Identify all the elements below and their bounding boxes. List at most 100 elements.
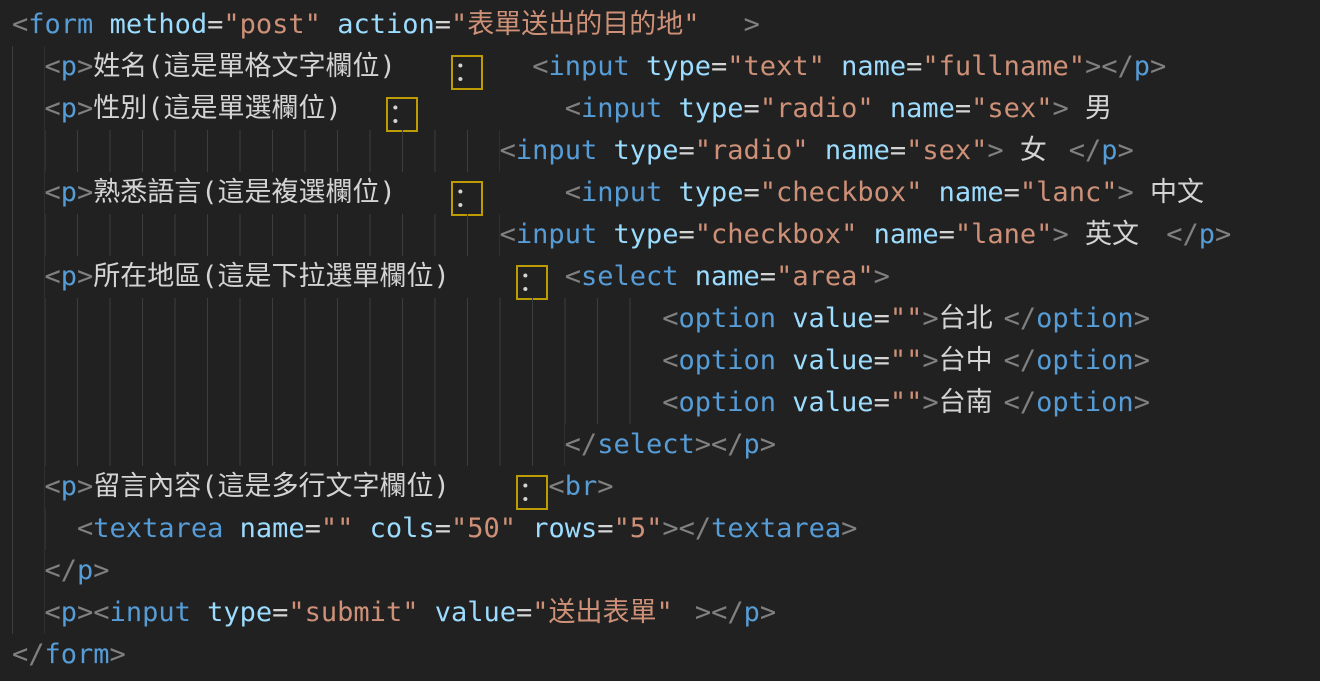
indent-guides xyxy=(12,382,662,424)
attribute-name: type xyxy=(207,597,272,628)
code-line[interactable]: <p>姓名(這是單格文字欄位)： <input type="text" name… xyxy=(12,46,1320,88)
tag-name: p xyxy=(1199,219,1215,250)
angle-bracket: > xyxy=(93,555,109,586)
code-line[interactable]: <form method="post" action="表單送出的目的地"> xyxy=(12,4,1320,46)
equals-sign: = xyxy=(906,51,922,82)
angle-bracket: </ xyxy=(711,429,744,460)
angle-bracket: < xyxy=(45,93,61,124)
angle-bracket: > xyxy=(1134,303,1150,334)
text-content xyxy=(93,9,109,40)
text-content xyxy=(776,387,792,418)
text-content xyxy=(321,9,337,40)
equals-sign: = xyxy=(890,135,906,166)
equals-sign: = xyxy=(207,9,223,40)
text-content: 台北 xyxy=(939,298,1004,340)
equals-sign: = xyxy=(874,303,890,334)
code-line[interactable]: </select></p> xyxy=(12,424,1320,466)
angle-bracket: </ xyxy=(565,429,598,460)
equals-sign: = xyxy=(272,597,288,628)
text-content: 姓名(這是單格文字欄位) xyxy=(93,46,451,88)
angle-bracket: < xyxy=(565,93,581,124)
string-value: "" xyxy=(890,345,923,376)
code-line[interactable]: <input type="checkbox" name="lane"> 英文 <… xyxy=(12,214,1320,256)
text-content xyxy=(223,513,239,544)
angle-bracket: > xyxy=(662,513,678,544)
angle-bracket: > xyxy=(1134,345,1150,376)
string-value: "checkbox" xyxy=(760,177,923,208)
code-line[interactable]: <p>所在地區(這是下拉選單欄位)： <select name="area"> xyxy=(12,256,1320,298)
indent-guides xyxy=(12,46,45,88)
indent-guides xyxy=(12,130,500,172)
tag-name: input xyxy=(548,51,629,82)
text-content: 台中 xyxy=(939,340,1004,382)
angle-bracket: > xyxy=(922,345,938,376)
unicode-highlight-box: ： xyxy=(451,181,484,216)
attribute-name: name xyxy=(874,219,939,250)
text-content: 熟悉語言(這是複選欄位) xyxy=(93,172,451,214)
string-value: "lane" xyxy=(955,219,1053,250)
equals-sign: = xyxy=(305,513,321,544)
attribute-name: name xyxy=(825,135,890,166)
indent-guides xyxy=(12,340,662,382)
code-editor[interactable]: <form method="post" action="表單送出的目的地"><p… xyxy=(0,0,1320,681)
text-content: 台南 xyxy=(939,382,1004,424)
text-content xyxy=(776,345,792,376)
code-line[interactable]: <p>熟悉語言(這是複選欄位)： <input type="checkbox" … xyxy=(12,172,1320,214)
angle-bracket: < xyxy=(565,177,581,208)
angle-bracket: < xyxy=(662,345,678,376)
angle-bracket: </ xyxy=(1101,51,1134,82)
string-value: "" xyxy=(890,387,923,418)
text-content: 中文 xyxy=(1134,172,1215,214)
code-line[interactable]: <p>留言內容(這是多行文字欄位)：<br> xyxy=(12,466,1320,508)
code-line[interactable]: <option value="">台北</option> xyxy=(12,298,1320,340)
angle-bracket: > xyxy=(1052,93,1068,124)
equals-sign: = xyxy=(435,513,451,544)
equals-sign: = xyxy=(744,93,760,124)
angle-bracket: > xyxy=(760,597,776,628)
attribute-name: type xyxy=(613,135,678,166)
text-content xyxy=(874,93,890,124)
angle-bracket: > xyxy=(77,93,93,124)
attribute-name: type xyxy=(679,177,744,208)
angle-bracket: < xyxy=(45,261,61,292)
text-content xyxy=(662,93,678,124)
tag-name: input xyxy=(516,135,597,166)
string-value: "submit" xyxy=(288,597,418,628)
code-line[interactable]: <p><input type="submit" value="送出表單"></p… xyxy=(12,592,1320,634)
string-value: "area" xyxy=(776,261,874,292)
equals-sign: = xyxy=(939,219,955,250)
angle-bracket: > xyxy=(922,387,938,418)
text-content: 性別(這是單選欄位) xyxy=(93,88,386,130)
angle-bracket: > xyxy=(110,639,126,670)
text-content xyxy=(418,93,564,124)
string-value: "表單送出的目的地" xyxy=(451,4,744,46)
code-line[interactable]: <p>性別(這是單選欄位)： <input type="radio" name=… xyxy=(12,88,1320,130)
equals-sign: = xyxy=(874,387,890,418)
text-content xyxy=(483,51,532,82)
code-line[interactable]: <option value="">台南</option> xyxy=(12,382,1320,424)
code-line[interactable]: <input type="radio" name="sex"> 女 </p> xyxy=(12,130,1320,172)
text-content xyxy=(597,219,613,250)
angle-bracket: < xyxy=(532,51,548,82)
string-value: "" xyxy=(321,513,354,544)
tag-name: input xyxy=(110,597,191,628)
code-line[interactable]: <option value="">台中</option> xyxy=(12,340,1320,382)
angle-bracket: > xyxy=(597,471,613,502)
angle-bracket: < xyxy=(500,135,516,166)
code-line[interactable]: <textarea name="" cols="50" rows="5"></t… xyxy=(12,508,1320,550)
equals-sign: = xyxy=(711,51,727,82)
angle-bracket: > xyxy=(77,51,93,82)
angle-bracket: > xyxy=(987,135,1003,166)
text-content: 所在地區(這是下拉選單欄位) xyxy=(93,256,516,298)
string-value: "送出表單" xyxy=(532,592,695,634)
equals-sign: = xyxy=(760,261,776,292)
angle-bracket: > xyxy=(1150,51,1166,82)
code-line[interactable]: </form> xyxy=(12,634,1320,676)
angle-bracket: < xyxy=(662,303,678,334)
equals-sign: = xyxy=(679,219,695,250)
tag-name: p xyxy=(744,597,760,628)
code-line[interactable]: </p> xyxy=(12,550,1320,592)
attribute-name: value xyxy=(792,303,873,334)
angle-bracket: > xyxy=(695,597,711,628)
attribute-name: name xyxy=(939,177,1004,208)
